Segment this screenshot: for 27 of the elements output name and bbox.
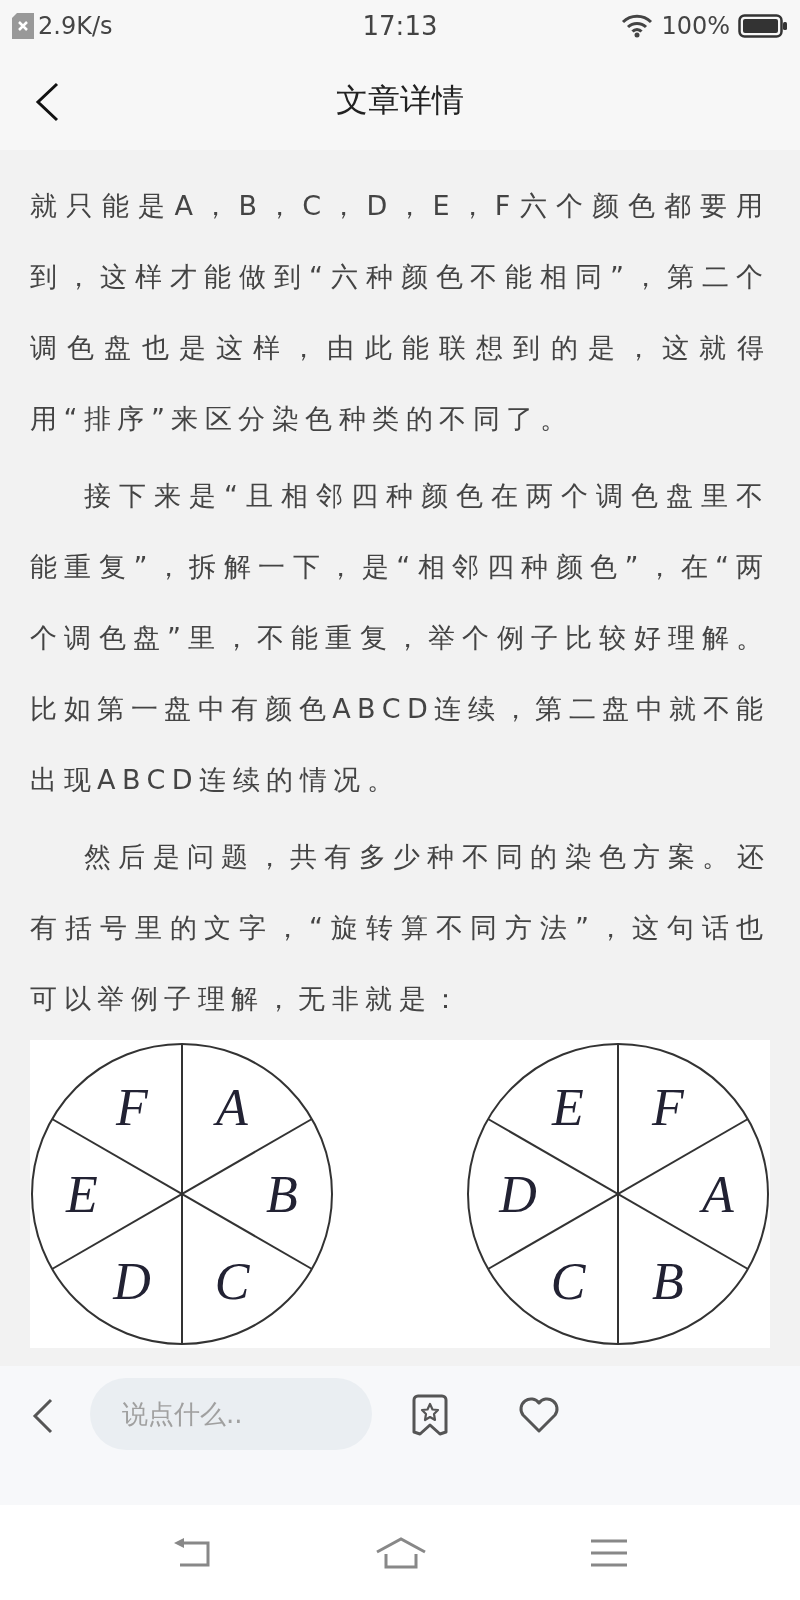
sector-label: F <box>116 1079 148 1137</box>
comment-field[interactable]: 说点什么.. <box>90 1378 372 1450</box>
back-icon[interactable] <box>32 1398 54 1434</box>
menu-icon[interactable] <box>590 1537 629 1568</box>
paragraph: 接下来是“且相邻四种颜色在两个调色盘里不能重复”，拆解一下，是“相邻四种颜色”，在“两个调色盘”里，不能重复，举个例子比较好理解。比如第一盘中有颜色ABCD连续，第二盘中就不能出现ABCD连续的情况。 <box>30 479 770 797</box>
clock: 17:13 <box>362 11 438 41</box>
bookmark-star-icon[interactable] <box>412 1394 448 1436</box>
network-speed: 2.9K/s <box>38 12 113 40</box>
wifi-icon <box>621 14 654 38</box>
paragraph: 就只能是A，B，C，D，E，F六个颜色都要用到，这样才能做到“六种颜色不能相同”，第二个调色盘也是这样，由此能联想到的是，这就得用“排序”来区分染色种类的不同了。 <box>30 189 770 436</box>
page-title: 文章详情 <box>336 80 464 121</box>
sector-label: E <box>66 1166 98 1223</box>
sector-label: C <box>214 1252 250 1310</box>
sector-label: D <box>113 1252 151 1310</box>
sim-icon <box>12 13 34 39</box>
sector-label: C <box>550 1252 586 1310</box>
battery-icon <box>738 14 788 38</box>
battery-percent: 100% <box>661 12 730 40</box>
home-icon[interactable] <box>375 1535 427 1570</box>
sector-label: B <box>652 1252 684 1310</box>
sector-label: F <box>652 1079 684 1137</box>
sector-label: B <box>266 1166 298 1223</box>
back-icon[interactable] <box>34 82 60 122</box>
paragraph: 然后是问题，共有多少种不同的染色方案。还有括号里的文字，“旋转算不同方法”，这句话也可以举例子理解，无非就是： <box>30 840 770 1016</box>
sector-label: E <box>552 1079 584 1137</box>
sector-label: D <box>499 1166 537 1223</box>
heart-icon[interactable] <box>518 1396 560 1434</box>
